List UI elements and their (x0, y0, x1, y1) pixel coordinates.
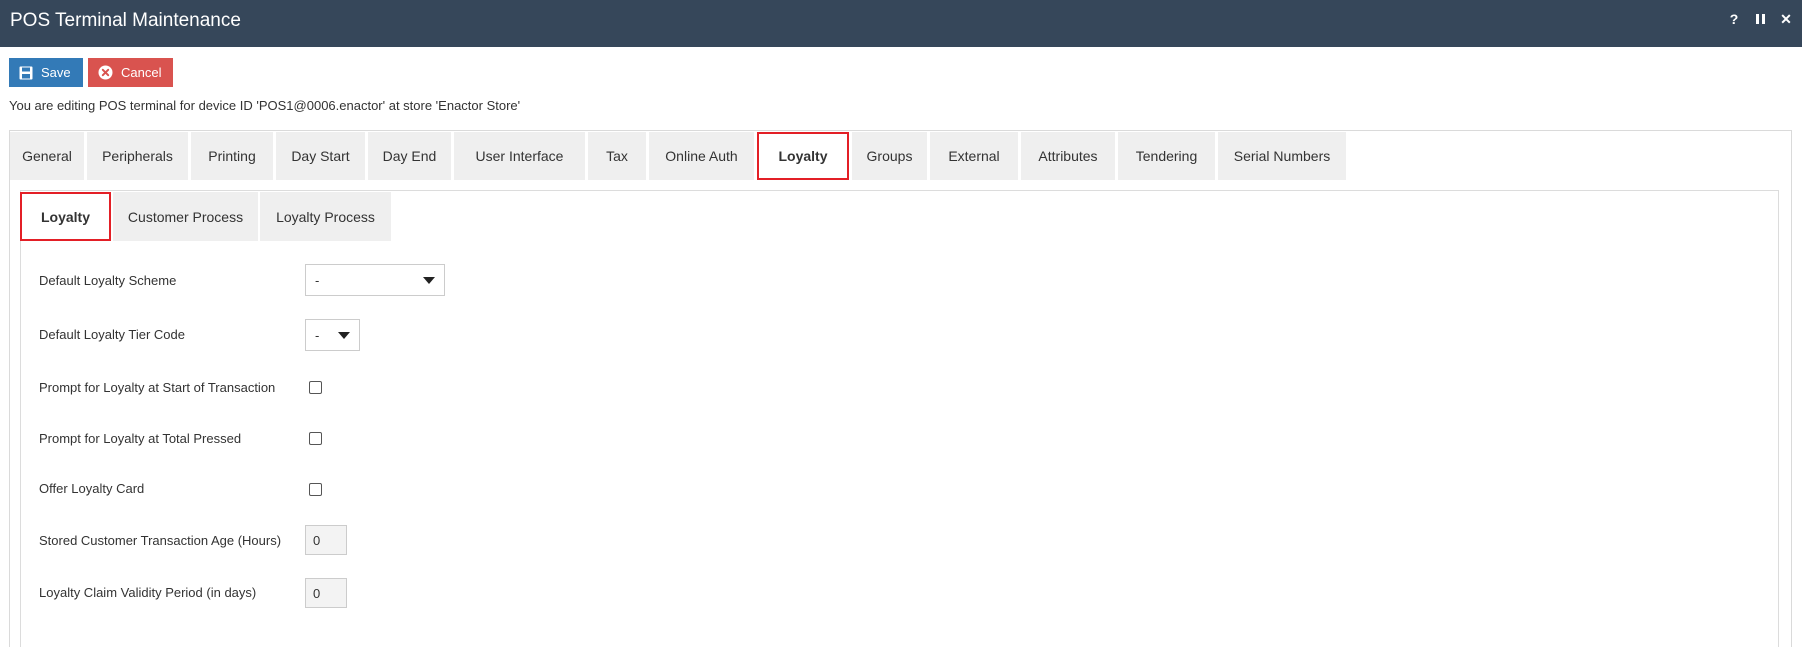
tab-day-start[interactable]: Day Start (276, 132, 365, 180)
subtab-customer-process[interactable]: Customer Process (113, 192, 258, 241)
default-loyalty-scheme-label: Default Loyalty Scheme (39, 273, 177, 288)
default-loyalty-tier-code-select[interactable]: - (305, 319, 360, 351)
close-icon[interactable]: ✕ (1778, 11, 1794, 27)
window-title: POS Terminal Maintenance (10, 10, 241, 31)
cancel-circle-icon (98, 65, 113, 80)
tab-serial-numbers[interactable]: Serial Numbers (1218, 132, 1346, 180)
tab-tendering[interactable]: Tendering (1118, 132, 1215, 180)
tab-external[interactable]: External (930, 132, 1018, 180)
offer-loyalty-card-label: Offer Loyalty Card (39, 481, 145, 496)
offer-loyalty-card-checkbox[interactable] (309, 483, 322, 496)
toolbar: Save Cancel (9, 58, 173, 87)
tab-general[interactable]: General (10, 132, 84, 180)
tab-tax[interactable]: Tax (588, 132, 646, 180)
cancel-button-label: Cancel (121, 65, 162, 80)
default-loyalty-tier-code-label: Default Loyalty Tier Code (39, 327, 185, 342)
chevron-down-icon (338, 331, 350, 339)
stored-transaction-age-label: Stored Customer Transaction Age (Hours) (39, 533, 282, 548)
loyalty-panel (20, 190, 1779, 647)
claim-validity-period-input[interactable] (305, 578, 347, 608)
tab-user-interface[interactable]: User Interface (454, 132, 585, 180)
loyalty-subtabs: Loyalty Customer Process Loyalty Process (20, 192, 391, 241)
editing-info-text: You are editing POS terminal for device … (9, 98, 521, 113)
save-button-label: Save (41, 65, 71, 80)
prompt-loyalty-total-checkbox[interactable] (309, 432, 322, 445)
prompt-loyalty-start-checkbox[interactable] (309, 381, 322, 394)
window-titlebar: POS Terminal Maintenance ? ✕ (0, 0, 1802, 47)
default-loyalty-scheme-value: - (315, 272, 320, 288)
subtab-loyalty-process[interactable]: Loyalty Process (260, 192, 391, 241)
stored-transaction-age-input[interactable] (305, 525, 347, 555)
floppy-disk-icon (19, 66, 33, 79)
default-loyalty-tier-code-value: - (315, 327, 320, 343)
default-loyalty-scheme-select[interactable]: - (305, 264, 445, 296)
tab-attributes[interactable]: Attributes (1021, 132, 1115, 180)
tab-loyalty[interactable]: Loyalty (757, 132, 849, 180)
window-controls: ? ✕ (1726, 11, 1794, 28)
tab-day-end[interactable]: Day End (368, 132, 451, 180)
tab-online-auth[interactable]: Online Auth (649, 132, 754, 180)
tab-peripherals[interactable]: Peripherals (87, 132, 188, 180)
tab-printing[interactable]: Printing (191, 132, 273, 180)
pause-icon[interactable] (1752, 11, 1768, 27)
save-button[interactable]: Save (9, 58, 83, 87)
prompt-loyalty-start-label: Prompt for Loyalty at Start of Transacti… (39, 380, 276, 395)
cancel-button[interactable]: Cancel (88, 58, 173, 87)
help-icon[interactable]: ? (1726, 11, 1742, 27)
claim-validity-period-label: Loyalty Claim Validity Period (in days) (39, 585, 257, 600)
prompt-loyalty-total-label: Prompt for Loyalty at Total Pressed (39, 431, 242, 446)
subtab-loyalty[interactable]: Loyalty (20, 192, 111, 241)
tab-groups[interactable]: Groups (852, 132, 927, 180)
primary-tabs: General Peripherals Printing Day Start D… (10, 132, 1346, 180)
chevron-down-icon (423, 276, 435, 284)
